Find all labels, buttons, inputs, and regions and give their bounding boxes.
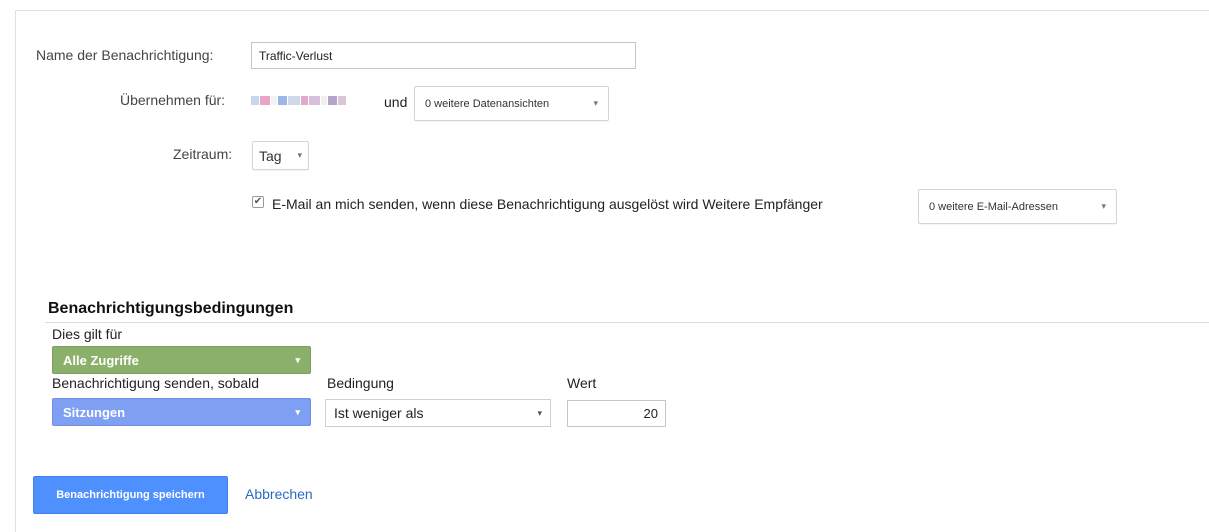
section-divider xyxy=(45,322,1209,323)
blurred-view-names xyxy=(251,92,347,106)
email-notify-text: E-Mail an mich senden, wenn diese Benach… xyxy=(272,196,823,212)
chevron-down-icon: ▾ xyxy=(1101,201,1106,211)
chevron-down-icon: ▾ xyxy=(537,407,542,418)
views-dropdown[interactable]: 0 weitere Datenansichten ▾ xyxy=(414,86,609,121)
metric-dropdown-value: Sitzungen xyxy=(63,404,126,420)
save-alert-button[interactable]: Benachrichtigung speichern xyxy=(33,476,228,514)
applies-to-label: Dies gilt für xyxy=(52,326,123,342)
metric-dropdown[interactable]: Sitzungen ▾ xyxy=(52,398,311,426)
and-label: und xyxy=(384,94,408,110)
email-recipients-dropdown[interactable]: 0 weitere E-Mail-Adressen ▾ xyxy=(918,189,1117,224)
chevron-down-icon: ▾ xyxy=(295,354,300,365)
value-input[interactable] xyxy=(567,400,666,427)
views-dropdown-label: 0 weitere Datenansichten xyxy=(425,97,550,110)
value-label: Wert xyxy=(567,375,597,391)
segment-dropdown[interactable]: Alle Zugriffe ▾ xyxy=(52,346,311,374)
cancel-link[interactable]: Abbrechen xyxy=(245,486,313,502)
chevron-down-icon: ▾ xyxy=(295,406,300,417)
chevron-down-icon: ▾ xyxy=(297,150,302,160)
period-dropdown[interactable]: Tag ▾ xyxy=(252,141,309,170)
alert-name-input[interactable] xyxy=(251,42,636,69)
name-label: Name der Benachrichtigung: xyxy=(36,47,214,63)
condition-label: Bedingung xyxy=(327,375,394,391)
condition-select-value: Ist weniger als xyxy=(334,405,424,421)
email-checkbox[interactable]: ✔ xyxy=(252,196,264,208)
apply-label: Übernehmen für: xyxy=(120,92,226,108)
alert-form-card xyxy=(15,10,1209,532)
send-when-label: Benachrichtigung senden, sobald xyxy=(52,375,260,391)
segment-dropdown-value: Alle Zugriffe xyxy=(63,352,139,368)
email-recipients-label: 0 weitere E-Mail-Adressen xyxy=(929,200,1058,213)
chevron-down-icon: ▾ xyxy=(593,98,598,108)
period-dropdown-value: Tag xyxy=(259,147,282,164)
conditions-heading: Benachrichtigungsbedingungen xyxy=(48,300,294,317)
period-label: Zeitraum: xyxy=(173,146,233,162)
condition-select[interactable]: Ist weniger als ▾ xyxy=(325,399,551,427)
